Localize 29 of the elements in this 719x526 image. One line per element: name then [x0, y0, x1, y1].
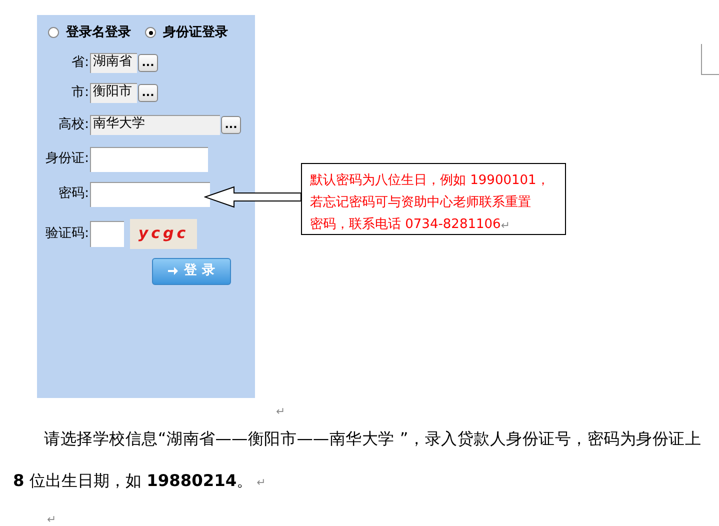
- field-label: 验证码:: [46, 224, 89, 243]
- paragraph-mark: ↵: [256, 476, 266, 489]
- paragraph-mark: ↵: [276, 405, 286, 418]
- radio-label: 身份证登录: [163, 24, 228, 42]
- browse-button[interactable]: ...: [221, 116, 241, 134]
- field-label: 高校:: [58, 116, 89, 134]
- paragraph-mark: ↵: [47, 513, 56, 526]
- captcha-field[interactable]: [90, 220, 124, 246]
- select-field[interactable]: 湖南省: [90, 52, 137, 72]
- callout-line: 默认密码为八位生日，例如 19900101，: [310, 172, 550, 189]
- radio-button[interactable]: [48, 27, 59, 38]
- radio-button[interactable]: [145, 27, 156, 38]
- radio-label: 登录名登录: [66, 24, 131, 42]
- password-field[interactable]: [90, 182, 210, 206]
- browse-button[interactable]: ...: [138, 54, 158, 72]
- paragraph-mark: ↵: [500, 219, 510, 233]
- field-label: 密码:: [58, 185, 89, 204]
- callout-line: 若忘记密码可与资助中心老师联系重置: [310, 194, 531, 211]
- select-field[interactable]: 衡阳市: [90, 82, 137, 102]
- captcha-text: ycgc: [138, 223, 189, 244]
- field-label: 身份证:: [46, 150, 89, 168]
- field-label: 市:: [72, 84, 89, 102]
- field-label: 省:: [72, 54, 89, 72]
- select-field[interactable]: 南华大学: [90, 114, 220, 134]
- browse-button[interactable]: ...: [138, 84, 158, 102]
- arrow-right-icon: [168, 267, 178, 275]
- callout-line: 密码，联系电话 0734-8281106: [310, 216, 501, 233]
- id-number-field[interactable]: [90, 146, 208, 172]
- body-paragraph: 请选择学校信息“湖南省——衡阳市——南华大学 ”，录入贷款人身份证号，密码为身份证上 8 位出生日期，如 19880214。 ↵: [13, 428, 701, 492]
